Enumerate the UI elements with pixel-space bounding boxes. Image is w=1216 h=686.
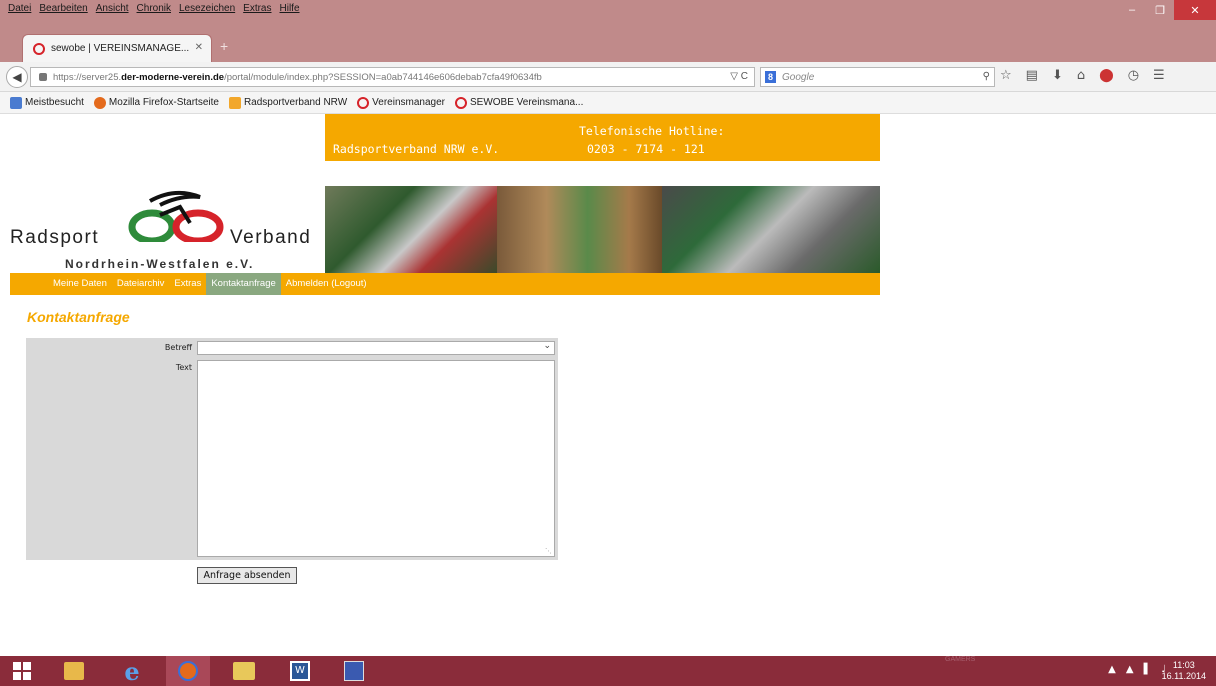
main-navigation: Meine Daten Dateiarchiv Extras Kontaktan… [10,273,880,295]
file-explorer-icon[interactable] [222,656,266,686]
logo-subtitle: Nordrhein-Westfalen e.V. [65,257,255,271]
menu-extras[interactable]: Extras [243,3,271,14]
download-icon[interactable]: ⬇ [1052,68,1063,83]
nav-extras[interactable]: Extras [169,273,206,295]
minimize-button[interactable]: – [1118,0,1146,20]
search-placeholder: Google [782,71,815,83]
chevron-down-icon: ⌄ [543,341,551,351]
hamburger-menu-icon[interactable]: ☰ [1153,68,1165,83]
menu-bearbeiten[interactable]: Bearbeiten [39,3,87,14]
bookmark-firefox-start[interactable]: Mozilla Firefox-Startseite [93,96,219,109]
bookmark-label: Vereinsmanager [372,97,445,108]
url-suffix: /portal/module/index.php?SESSION=a0ab744… [224,71,542,83]
sewobe-icon [357,96,370,109]
windows-taskbar: e W GAMERS ▲ ▲ ▌ ♩ 11:03 16.11.2014 [0,656,1216,686]
nav-logout[interactable]: Abmelden (Logout) [281,273,372,295]
tab-bar: sewobe | VEREINSMANAGE... ✕ + [0,20,1216,62]
outlook-icon[interactable] [52,656,96,686]
firefox-menubar: Datei Bearbeiten Ansicht Chronik Lesezei… [0,0,1216,20]
menu-hilfe[interactable]: Hilfe [280,3,300,14]
bookmark-meistbesucht[interactable]: Meistbesucht [10,96,84,109]
tab-close-icon[interactable]: ✕ [195,42,203,53]
logo-word-left: Radsport [10,227,100,248]
navigation-toolbar: ◀ https://server25. der-moderne-verein.de… [0,62,1216,92]
sewobe-favicon-icon [33,42,45,55]
url-bar[interactable]: https://server25. der-moderne-verein.de/p… [30,67,755,87]
signal-icon[interactable]: ▌ [1144,664,1152,675]
clock-time: 11:03 [1172,660,1195,670]
menu-ansicht[interactable]: Ansicht [96,3,129,14]
sewobe-icon [454,96,467,109]
bookmark-label: Radsportverband NRW [243,97,348,108]
internet-explorer-icon[interactable]: e [110,656,154,686]
subject-label: Betreff [164,343,192,352]
logo-word-right: Verband [230,227,312,248]
menu-lesezeichen[interactable]: Lesezeichen [179,3,235,14]
bookmark-label: Meistbesucht [25,97,84,108]
close-button[interactable]: ✕ [1174,0,1216,20]
app-icon[interactable] [332,656,376,686]
nav-dateiarchiv[interactable]: Dateiarchiv [112,273,170,295]
subject-select[interactable]: ⌄ [197,341,555,355]
maximize-button[interactable]: ❐ [1146,0,1174,20]
page-title: Kontaktanfrage [27,309,130,325]
url-domain: der-moderne-verein.de [121,71,225,83]
bookmark-vereinsmanager[interactable]: Vereinsmanager [357,96,445,109]
rss-icon [228,96,241,109]
nav-meine-daten[interactable]: Meine Daten [48,273,112,295]
bookmark-label: Mozilla Firefox-Startseite [108,97,219,108]
lock-icon [39,73,47,81]
clock-date: 16.11.2014 [1161,671,1206,681]
header-photo-banner [325,186,880,273]
org-name: Radsportverband NRW e.V. [333,142,500,156]
submit-button[interactable]: Anfrage absenden [197,567,297,584]
system-clock[interactable]: 11:03 16.11.2014 [1162,660,1206,682]
firefox-icon [93,96,106,109]
message-textarea[interactable]: ⋱ [197,360,555,557]
search-bar[interactable]: 8 Google ⚲ [760,67,995,87]
contact-form: Betreff ⌄ Text ⋱ [26,338,558,560]
tray-watermark: GAMERS [945,656,976,663]
word-icon[interactable]: W [278,656,322,686]
adblock-icon[interactable]: ⬤ [1099,68,1114,83]
history-icon[interactable]: ◷ [1128,68,1139,83]
most-visited-icon [10,96,22,109]
hotline-banner: Radsportverband NRW e.V. Telefonische Ho… [325,114,880,161]
reading-list-icon[interactable]: ▤ [1026,68,1038,83]
bookmark-star-icon[interactable]: ☆ [1000,68,1012,83]
bicycle-logo-icon [128,190,224,242]
browser-tab[interactable]: sewobe | VEREINSMANAGE... ✕ [22,34,212,62]
cyclist-photo-3 [662,186,880,273]
cyclist-photo-2 [497,186,662,273]
bookmarks-toolbar: Meistbesucht Mozilla Firefox-Startseite … [0,92,1216,114]
windows-start-icon[interactable] [0,656,44,686]
google-icon: 8 [765,71,777,83]
screen: Datei Bearbeiten Ansicht Chronik Lesezei… [0,0,1216,686]
menu-chronik[interactable]: Chronik [137,3,171,14]
tab-title: sewobe | VEREINSMANAGE... [51,43,190,54]
home-icon[interactable]: ⌂ [1077,68,1085,83]
reload-icon[interactable]: ▽ C [730,71,748,82]
tray-chevron-up-icon[interactable]: ▲ [1108,664,1116,675]
network-icon[interactable]: ▲ [1126,664,1134,675]
cyclist-photo-1 [325,186,497,273]
search-icon[interactable]: ⚲ [983,71,990,82]
bookmark-label: SEWOBE Vereinsmana... [469,97,584,108]
hotline-number: 0203 - 7174 - 121 [587,142,705,156]
bookmark-sewobe[interactable]: SEWOBE Vereinsmana... [454,96,584,109]
resize-grip-icon[interactable]: ⋱ [545,547,552,555]
url-prefix: https://server25. [53,71,122,83]
menu-datei[interactable]: Datei [8,3,31,14]
hotline-label: Telefonische Hotline: [579,124,725,138]
bookmark-radsportverband[interactable]: Radsportverband NRW [228,96,348,109]
back-arrow-icon[interactable]: ◀ [6,66,28,88]
nav-kontaktanfrage[interactable]: Kontaktanfrage [206,273,281,295]
new-tab-icon[interactable]: + [220,38,228,54]
radsportverband-logo: Radsport Verband Nordrhein-Westfalen e.V… [10,185,325,273]
firefox-taskbar-icon[interactable] [166,656,210,686]
text-label: Text [175,363,192,372]
